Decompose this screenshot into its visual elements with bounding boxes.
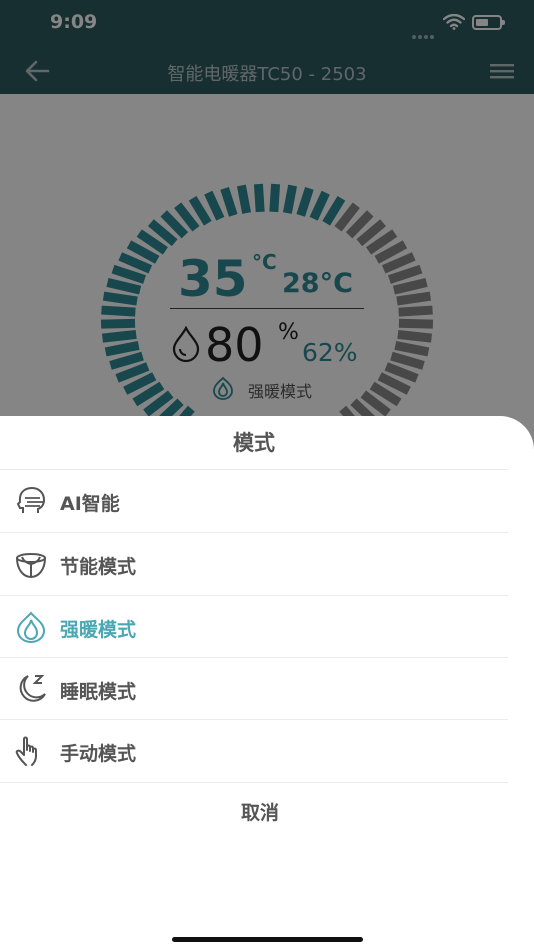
mode-option-eco[interactable]: 节能模式 (0, 533, 508, 595)
mode-option-manual[interactable]: 手动模式 (0, 720, 508, 782)
mode-label: 强暖模式 (60, 619, 137, 641)
divider (0, 782, 508, 783)
mode-option-sleep[interactable]: 睡眠模式 (0, 658, 508, 720)
mode-sheet: 模式 AI智能 节能模式 强暖模式 睡眠模式 手动模式 取消 (0, 416, 534, 950)
hand-pointer-icon (15, 736, 37, 766)
mode-label: 睡眠模式 (60, 681, 137, 703)
mode-label: 节能模式 (60, 556, 137, 578)
home-indicator[interactable] (172, 937, 363, 942)
mode-label: AI智能 (60, 493, 120, 515)
ai-head-icon (16, 486, 46, 513)
mode-label: 手动模式 (60, 743, 137, 765)
cancel-button[interactable]: 取消 (0, 798, 520, 825)
moon-sleep-icon (19, 675, 46, 702)
flame-icon (16, 611, 46, 643)
mode-option-strong-heat[interactable]: 强暖模式 (0, 596, 508, 658)
mode-option-ai[interactable]: AI智能 (0, 470, 508, 532)
sheet-title: 模式 (233, 431, 275, 455)
leaf-bowl-icon (16, 553, 46, 579)
